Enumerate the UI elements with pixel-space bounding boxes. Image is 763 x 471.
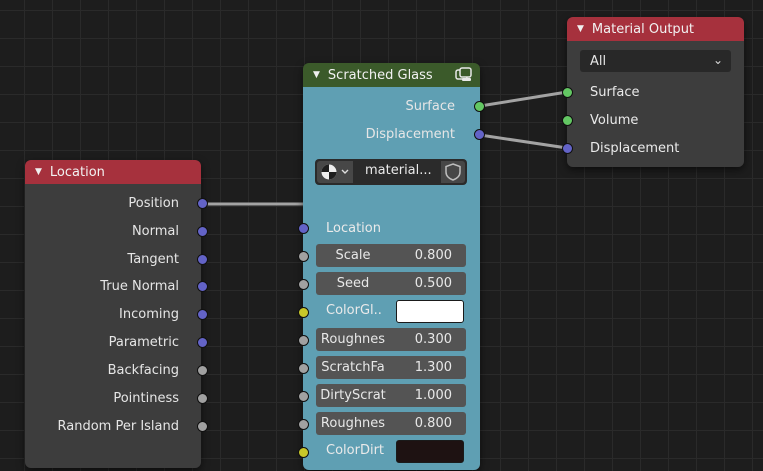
output-row: Backfacing — [25, 359, 208, 381]
output-socket-true-normal[interactable] — [197, 281, 208, 292]
dirty-scratch-label: DirtyScrat — [320, 388, 386, 403]
input-socket-color-glass[interactable] — [298, 307, 309, 318]
scratch-factor-value: 1.300 — [414, 360, 452, 375]
input-location-label: Location — [326, 220, 381, 236]
output-socket-pointiness[interactable] — [197, 393, 208, 404]
output-backfacing-label: Backfacing — [107, 362, 179, 378]
scale-value: 0.800 — [414, 248, 452, 263]
color-dirt-label: ColorDirt — [326, 443, 385, 458]
input-socket-scratch-factor[interactable] — [298, 363, 309, 374]
roughness-2-value: 0.800 — [414, 416, 452, 431]
scratched-glass-node[interactable]: ▼ Scratched Glass Surface Displacement m… — [298, 63, 485, 470]
seed-field[interactable]: Seed 0.500 — [316, 272, 466, 295]
output-random-per-island-label: Random Per Island — [57, 418, 179, 434]
input-socket-dirty-scratch[interactable] — [298, 391, 309, 402]
output-surface-label: Surface — [405, 98, 455, 114]
input-socket-roughness[interactable] — [298, 335, 309, 346]
scale-label: Scale — [335, 248, 371, 263]
target-dropdown[interactable]: All ⌄ — [580, 50, 731, 72]
color-glass-label: ColorGl.. — [326, 303, 382, 318]
material-output-header[interactable]: ▼ Material Output — [567, 17, 744, 41]
input-socket-scale[interactable] — [298, 251, 309, 262]
roughness-field[interactable]: Roughnes 0.300 — [316, 328, 466, 351]
target-value: All — [590, 53, 607, 69]
output-socket-surface[interactable] — [474, 101, 485, 112]
input-socket-surface[interactable] — [562, 87, 573, 98]
location-node-header[interactable]: ▼ Location — [25, 160, 201, 184]
roughness-2-field[interactable]: Roughnes 0.800 — [316, 412, 466, 435]
input-row: Surface — [562, 81, 744, 103]
dirty-scratch-field[interactable]: DirtyScrat 1.000 — [316, 384, 466, 407]
output-incoming-label: Incoming — [119, 306, 179, 322]
output-row: Incoming — [25, 303, 208, 325]
scratched-glass-title: Scratched Glass — [327, 67, 433, 83]
link-displacement-to-displacement[interactable] — [479, 133, 568, 150]
input-socket-volume[interactable] — [562, 115, 573, 126]
color-dirt-swatch[interactable] — [396, 440, 464, 463]
collapse-triangle-icon[interactable]: ▼ — [35, 167, 42, 177]
material-sphere-icon[interactable] — [317, 161, 353, 183]
output-pointiness-label: Pointiness — [113, 390, 179, 406]
input-socket-location[interactable] — [298, 223, 309, 234]
location-node[interactable]: ▼ Location Position Normal Tangent True … — [25, 160, 208, 468]
output-socket-position[interactable] — [197, 198, 208, 209]
scale-field[interactable]: Scale 0.800 — [316, 244, 466, 267]
input-socket-displacement[interactable] — [562, 143, 573, 154]
input-volume-label: Volume — [590, 112, 639, 128]
output-displacement-label: Displacement — [365, 126, 455, 142]
output-position-label: Position — [128, 195, 179, 211]
output-row: Random Per Island — [25, 415, 208, 437]
output-parametric-label: Parametric — [108, 334, 179, 350]
output-row: Displacement — [303, 123, 485, 145]
dirty-scratch-value: 1.000 — [414, 388, 452, 403]
roughness-label: Roughnes — [320, 332, 386, 347]
collapse-triangle-icon[interactable]: ▼ — [577, 24, 584, 34]
output-socket-parametric[interactable] — [197, 337, 208, 348]
output-socket-displacement[interactable] — [474, 129, 485, 140]
input-socket-seed[interactable] — [298, 279, 309, 290]
input-row: Volume — [562, 109, 744, 131]
output-row: Tangent — [25, 248, 208, 270]
chevron-down-icon: ⌄ — [712, 53, 723, 67]
material-name[interactable]: material... — [365, 163, 432, 178]
node-group-icon[interactable] — [455, 67, 472, 82]
scratch-factor-field[interactable]: ScratchFa 1.300 — [316, 356, 466, 379]
output-row: Parametric — [25, 331, 208, 353]
output-row: Surface — [303, 95, 485, 117]
output-socket-backfacing[interactable] — [197, 365, 208, 376]
output-socket-random-per-island[interactable] — [197, 421, 208, 432]
shield-icon[interactable] — [441, 161, 465, 183]
input-row: Displacement — [562, 137, 744, 159]
output-socket-tangent[interactable] — [197, 254, 208, 265]
output-row: Normal — [25, 220, 208, 242]
input-displacement-label: Displacement — [590, 140, 680, 156]
output-normal-label: Normal — [131, 223, 179, 239]
location-node-title: Location — [49, 164, 105, 180]
output-row: True Normal — [25, 275, 208, 297]
scratch-factor-label: ScratchFa — [321, 360, 385, 375]
roughness-2-label: Roughnes — [320, 416, 386, 431]
material-output-title: Material Output — [591, 21, 695, 37]
input-socket-roughness-2[interactable] — [298, 419, 309, 430]
material-datablock-selector[interactable]: material... — [315, 159, 467, 185]
output-socket-incoming[interactable] — [197, 309, 208, 320]
scratched-glass-header[interactable]: ▼ Scratched Glass — [303, 63, 480, 87]
output-true-normal-label: True Normal — [100, 278, 179, 294]
output-socket-normal[interactable] — [197, 226, 208, 237]
input-row: Location — [298, 217, 480, 239]
color-glass-swatch[interactable] — [396, 300, 464, 323]
seed-label: Seed — [336, 276, 370, 291]
output-row: Pointiness — [25, 387, 208, 409]
seed-value: 0.500 — [414, 276, 452, 291]
roughness-value: 0.300 — [414, 332, 452, 347]
output-tangent-label: Tangent — [127, 251, 179, 267]
input-surface-label: Surface — [590, 84, 640, 100]
output-row: Position — [25, 192, 208, 214]
collapse-triangle-icon[interactable]: ▼ — [313, 70, 320, 80]
link-surface-to-surface[interactable] — [479, 90, 568, 108]
material-output-node[interactable]: ▼ Material Output All ⌄ Surface Volume D… — [562, 17, 744, 167]
input-socket-color-dirt[interactable] — [298, 447, 309, 458]
